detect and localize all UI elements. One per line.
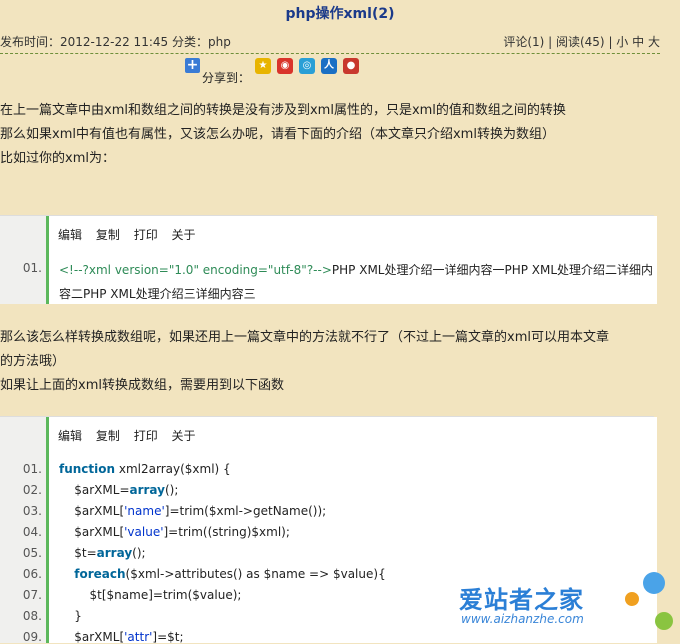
code-block-xml: 编辑 复制 打印 关于 01. <!--?xml version="1.0" e… [0, 215, 657, 304]
reads-link[interactable]: 阅读(45) [556, 35, 605, 49]
mid-line-3: 如果让上面的xml转换成数组，需要用到以下函数 [0, 378, 284, 393]
code-token: (); [164, 483, 179, 497]
code-line-wrap: 容二PHP XML处理介绍三详细内容三 [59, 285, 256, 302]
post-info: 发布时间：2012-12-22 11:45 分类：php [0, 33, 231, 50]
watermark-url: www.aizhanzhe.com [461, 612, 584, 626]
edit-button[interactable]: 编辑 [58, 429, 82, 443]
kaixin-share-icon[interactable]: ● [343, 58, 359, 74]
tqq-share-icon[interactable]: ◎ [299, 58, 315, 74]
mid-line-1: 那么该怎么样转换成数组呢，如果还用上一篇文章中的方法就不行了（不过上一篇文章的x… [0, 330, 609, 345]
intro-paragraph: 在上一篇文章中由xml和数组之间的转换是没有涉及到xml属性的，只是xml的值和… [0, 99, 665, 171]
page-title: php操作xml(2) [285, 6, 395, 22]
code-token: 'value' [124, 525, 164, 539]
share-label: 分享到： [202, 71, 251, 85]
font-large-link[interactable]: 大 [648, 35, 660, 49]
code-token: } [59, 609, 82, 623]
intro-line-3: 比如过你的xml为： [0, 151, 115, 166]
bubble-icon [625, 592, 639, 606]
bubble-icon [643, 572, 665, 594]
post-meta: 发布时间：2012-12-22 11:45 分类：php 评论(1) | 阅读(… [0, 33, 660, 54]
line-number: 06. [22, 567, 42, 581]
middle-paragraph: 那么该怎么样转换成数组呢，如果还用上一篇文章中的方法就不行了（不过上一篇文章的x… [0, 326, 665, 398]
intro-line-2: 那么如果xml中有值也有属性，又该怎么办呢，请看下面的介绍（本文章只介绍xml转… [0, 127, 555, 142]
code-token: $arXML[ [59, 525, 125, 539]
code-token: $t= [59, 546, 97, 560]
line-number: 07. [22, 588, 42, 602]
code-token: (); [132, 546, 146, 560]
code-line: $t[$name]=trim($value); [59, 588, 242, 602]
about-button[interactable]: 关于 [172, 429, 196, 443]
edit-button[interactable]: 编辑 [58, 228, 82, 242]
code-token: xml2array($xml) { [115, 462, 231, 476]
intro-line-1: 在上一篇文章中由xml和数组之间的转换是没有涉及到xml属性的，只是xml的值和… [0, 103, 566, 118]
code-token: ($xml->attributes() as $name => $value){ [125, 567, 386, 581]
code-line: } [59, 609, 82, 623]
code-line: $arXML=array(); [59, 483, 178, 497]
code-token: $t[$name]=trim($value); [59, 588, 242, 602]
weibo-share-icon[interactable]: ◉ [277, 58, 293, 74]
code-token: array [96, 546, 133, 560]
code-token: array [129, 483, 165, 497]
mid-line-2: 的方法哦） [0, 354, 66, 369]
line-number: 01. [22, 261, 42, 275]
code-token: function [59, 462, 116, 476]
category-label: 分类：php [171, 35, 231, 49]
xml-declaration: <!--?xml version="1.0" encoding="utf-8"?… [59, 263, 332, 277]
line-number: 05. [22, 546, 42, 560]
font-medium-link[interactable]: 中 [632, 35, 644, 49]
code-token: $arXML= [59, 483, 130, 497]
code-token: foreach [74, 567, 126, 581]
code-line: $arXML['value']=trim((string)$xml); [59, 525, 290, 539]
add-icon[interactable]: + [185, 58, 200, 73]
xml-content-b: 容二PHP XML处理介绍三详细内容三 [59, 287, 256, 301]
line-number: 02. [22, 483, 42, 497]
bubble-icon [655, 612, 673, 630]
watermark-logo-text: 爱站者之家 [459, 586, 584, 614]
copy-button[interactable]: 复制 [96, 228, 120, 242]
publish-time: 发布时间：2012-12-22 11:45 [0, 35, 169, 49]
line-number: 01. [22, 462, 42, 476]
print-button[interactable]: 打印 [134, 228, 158, 242]
line-number: 03. [22, 504, 42, 518]
line-number: 04. [22, 525, 42, 539]
watermark: 爱站者之家 www.aizhanzhe.com [455, 570, 680, 642]
line-number: 08. [22, 609, 42, 623]
code-line: foreach($xml->attributes() as $name => $… [59, 567, 386, 581]
code-token: 'name' [124, 504, 165, 518]
line-gutter [0, 216, 46, 304]
about-button[interactable]: 关于 [172, 228, 196, 242]
code-line: $t=array(); [59, 546, 146, 560]
code-token: ]=trim((string)$xml); [163, 525, 290, 539]
code-token: $arXML[ [59, 504, 125, 518]
code-token: ]=trim($xml->getName()); [164, 504, 327, 518]
qzone-share-icon[interactable]: ★ [255, 58, 271, 74]
copy-button[interactable]: 复制 [96, 429, 120, 443]
print-button[interactable]: 打印 [134, 429, 158, 443]
code-toolbar: 编辑 复制 打印 关于 [58, 427, 206, 444]
code-line: $arXML['name']=trim($xml->getName()); [59, 504, 326, 518]
comments-link[interactable]: 评论(1) [503, 35, 544, 49]
post-stats: 评论(1) | 阅读(45) | 小 中 大 [503, 35, 660, 49]
xml-content-a: PHP XML处理介绍一详细内容一PHP XML处理介绍二详细内 [331, 263, 654, 277]
code-toolbar: 编辑 复制 打印 关于 [58, 226, 206, 243]
code-line: function xml2array($xml) { [59, 462, 231, 476]
code-line: <!--?xml version="1.0" encoding="utf-8"?… [59, 261, 653, 278]
font-small-link[interactable]: 小 [616, 35, 628, 49]
renren-share-icon[interactable]: 人 [321, 58, 337, 74]
